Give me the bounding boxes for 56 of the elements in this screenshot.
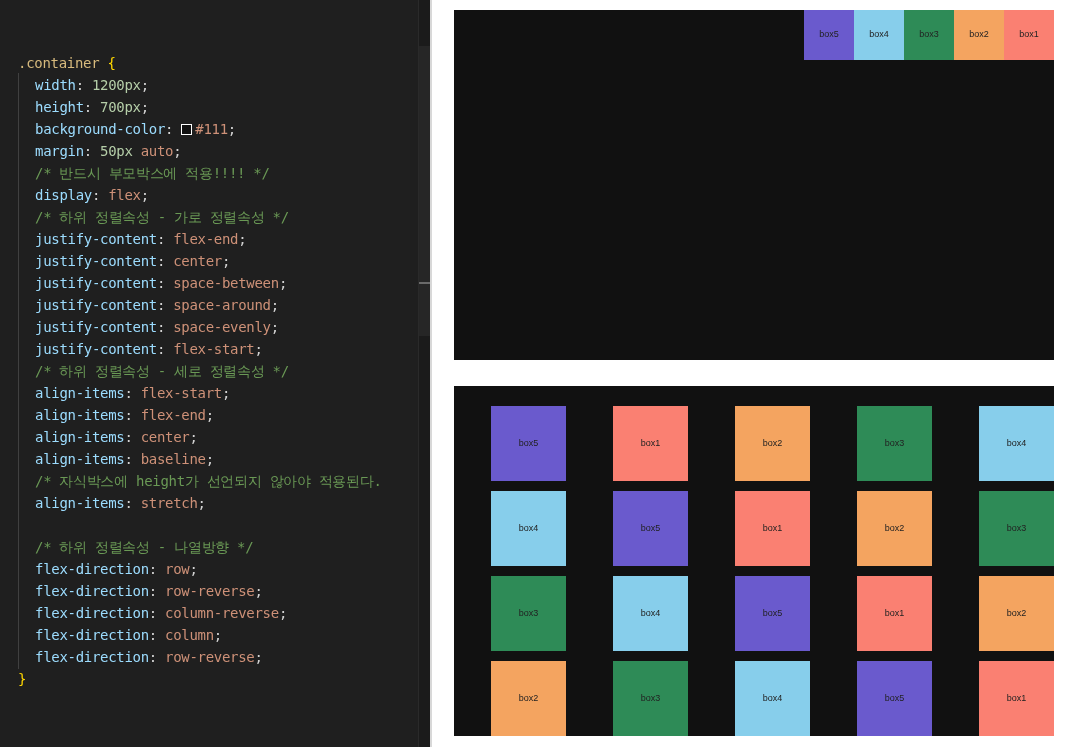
code-line: align-items: baseline; (35, 449, 214, 469)
code-text: #111 (195, 119, 228, 139)
code-line: align-items: flex-start; (35, 383, 231, 403)
box-label: box4 (640, 606, 661, 620)
box-label: box2 (518, 691, 539, 705)
code-line: /* 하위 정렬속성 - 나열방향 */ (35, 537, 254, 557)
code-line: justify-content: center; (35, 251, 231, 271)
box-label: box4 (762, 691, 783, 705)
box-label: box2 (762, 436, 783, 450)
box-label: box5 (518, 436, 539, 450)
code-line: justify-content: flex-start; (35, 339, 263, 359)
box-label: box2 (884, 521, 905, 535)
code-line: display: flex; (35, 185, 149, 205)
box-label: box5 (762, 606, 783, 620)
box-label: box1 (762, 521, 783, 535)
code-text: background-color (35, 119, 166, 139)
code-line: .container { (18, 53, 116, 73)
code-line: align-items: flex-end; (35, 405, 214, 425)
box-label: box2 (969, 28, 989, 42)
box-label: box5 (640, 521, 661, 535)
code-line: flex-direction: row-reverse; (35, 581, 263, 601)
code-line: flex-direction: row; (35, 559, 198, 579)
code-line: justify-content: space-evenly; (35, 317, 279, 337)
code-line: flex-direction: row-reverse; (35, 647, 263, 667)
box-label: box5 (884, 691, 905, 705)
code-line: justify-content: space-around; (35, 295, 279, 315)
code-line: width: 1200px; (35, 75, 149, 95)
code-line: /* 하위 정렬속성 - 세로 정렬속성 */ (35, 361, 289, 381)
code-line: margin: 50px auto; (35, 141, 182, 161)
box-label: box1 (884, 606, 905, 620)
code-line: /* 자식박스에 height가 선언되지 않아야 적용된다. (35, 471, 382, 491)
code-line: } (18, 669, 27, 689)
box-label: box1 (1019, 28, 1039, 42)
box-label: box4 (1006, 436, 1027, 450)
box-label: box4 (518, 521, 539, 535)
code-line: /* 하위 정렬속성 - 가로 정렬속성 */ (35, 207, 289, 227)
code-line: flex-direction: column; (35, 625, 222, 645)
code-line: justify-content: flex-end; (35, 229, 247, 249)
box-label: box3 (1006, 521, 1027, 535)
box-label: box1 (640, 436, 661, 450)
box-label: box5 (819, 28, 839, 42)
code-line: justify-content: space-between; (35, 273, 288, 293)
code-line: /* 반드시 부모박스에 적용!!!! */ (35, 163, 270, 183)
box-label: box3 (884, 436, 905, 450)
box-label: box1 (1006, 691, 1027, 705)
code-line: align-items: center; (35, 427, 198, 447)
box-label: box3 (640, 691, 661, 705)
box-label: box4 (869, 28, 889, 42)
code-text: ; (227, 119, 236, 139)
box-label: box2 (1006, 606, 1027, 620)
code-line: align-items: stretch; (35, 493, 206, 513)
box-label: box3 (518, 606, 539, 620)
box-label: box3 (919, 28, 939, 42)
code-line: flex-direction: column-reverse; (35, 603, 288, 623)
code-line: height: 700px; (35, 97, 149, 117)
code-text: : (165, 119, 175, 139)
